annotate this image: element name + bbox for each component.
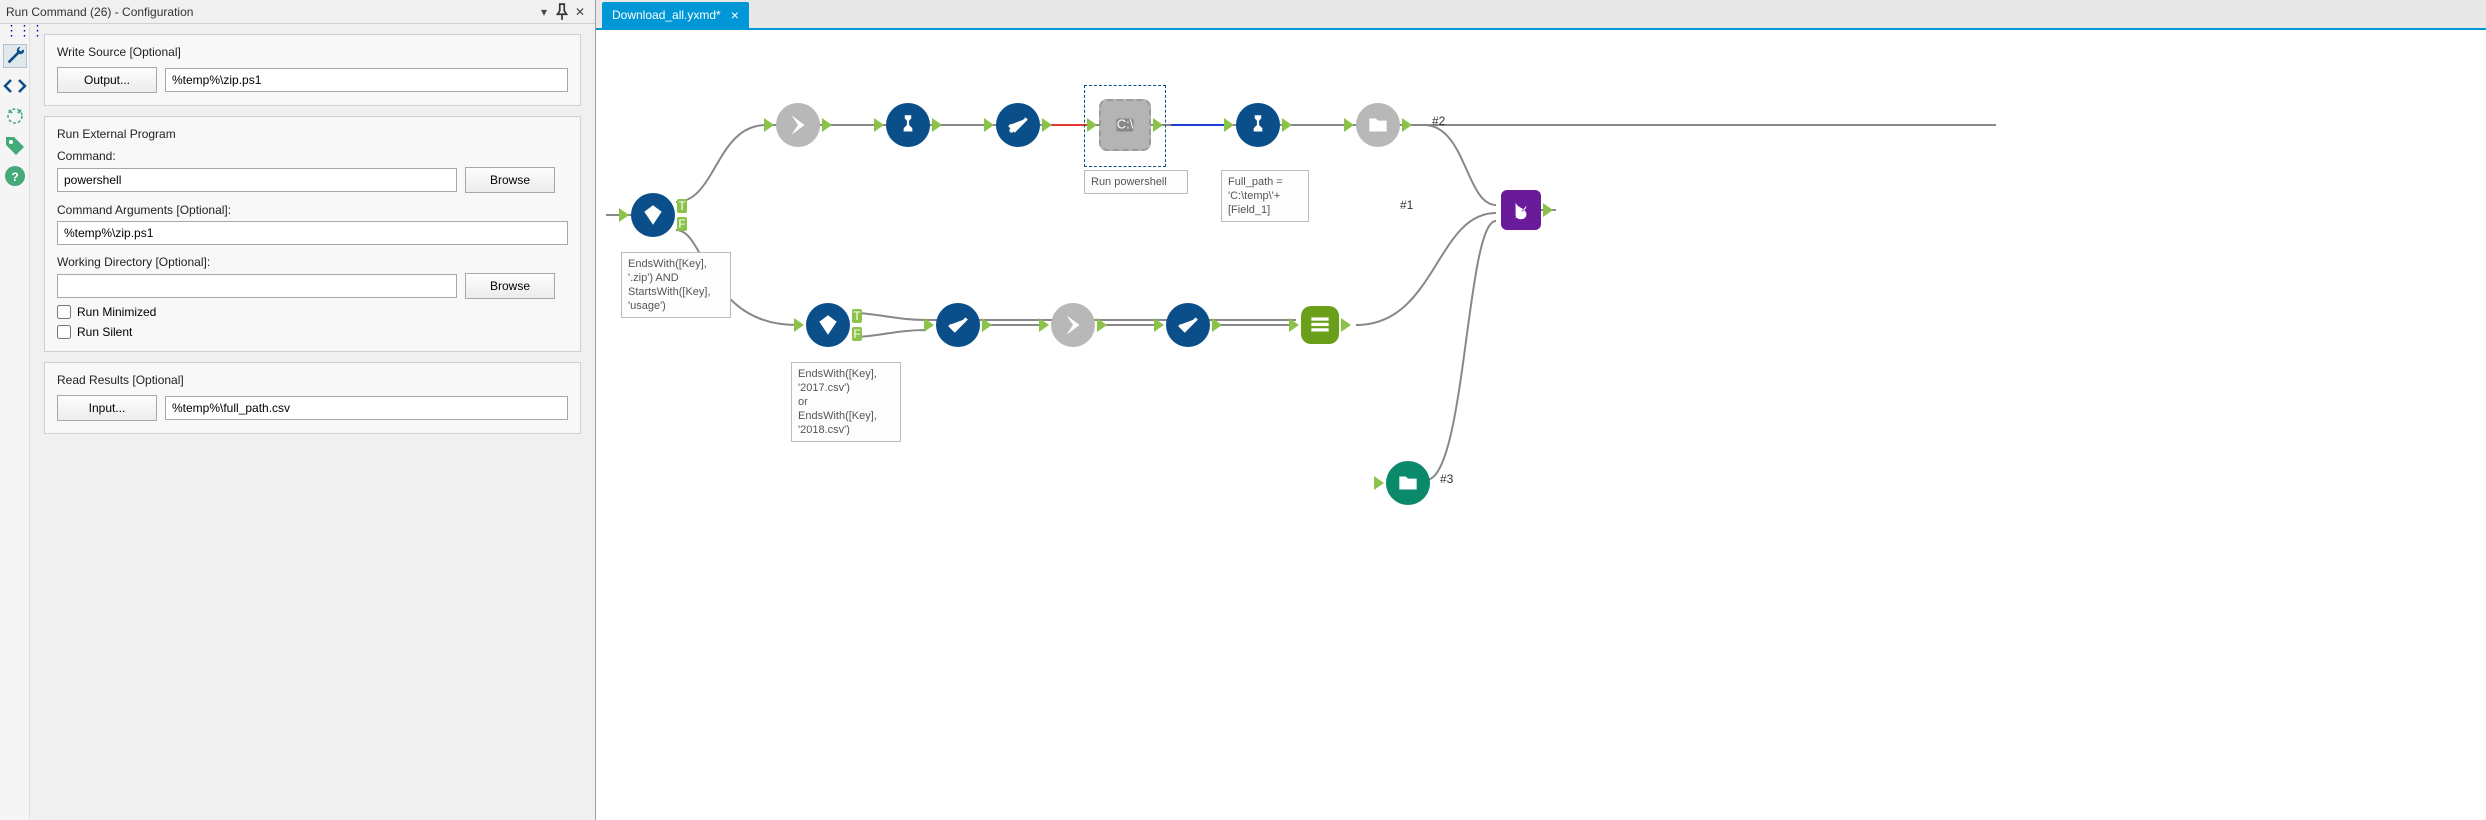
port-label-1: #1 — [1400, 198, 1413, 212]
browse-command-button[interactable]: Browse — [465, 167, 555, 193]
filter-2-caption: EndsWith([Key], '2017.csv') or EndsWith(… — [791, 362, 901, 442]
browse-workdir-button[interactable]: Browse — [465, 273, 555, 299]
run-command-caption: Run powershell — [1084, 170, 1188, 194]
args-input[interactable] — [57, 221, 568, 245]
svg-text:?: ? — [11, 170, 18, 184]
workdir-label: Working Directory [Optional]: — [57, 255, 568, 269]
dynamic-input-tool[interactable] — [776, 103, 820, 147]
run-minimized-checkbox[interactable] — [57, 305, 71, 319]
output-anchor[interactable] — [1097, 318, 1107, 332]
config-panel-header: Run Command (26) - Configuration ▾ ✕ — [0, 0, 595, 24]
input-anchor[interactable] — [1289, 318, 1299, 332]
false-anchor[interactable]: F — [852, 327, 862, 341]
pin-icon[interactable] — [553, 3, 571, 21]
close-icon[interactable]: ✕ — [571, 3, 589, 21]
false-anchor[interactable]: F — [677, 217, 687, 231]
command-input[interactable] — [57, 168, 457, 192]
config-panel: Run Command (26) - Configuration ▾ ✕ ⋮⋮⋮… — [0, 0, 596, 820]
filter-tool-1[interactable]: T F — [631, 193, 675, 237]
formula-tool-2[interactable] — [1236, 103, 1280, 147]
output-anchor[interactable] — [822, 118, 832, 132]
port-label-3: #3 — [1440, 472, 1453, 486]
select-tool-1[interactable] — [996, 103, 1040, 147]
select-tool-3[interactable] — [1166, 303, 1210, 347]
read-results-label: Read Results [Optional] — [57, 373, 568, 387]
input-anchor[interactable] — [1154, 318, 1164, 332]
run-command-tool[interactable]: C:\ — [1099, 99, 1151, 151]
input-anchor[interactable] — [794, 318, 804, 332]
svg-text:T: T — [853, 309, 861, 323]
write-source-label: Write Source [Optional] — [57, 45, 568, 59]
close-tab-icon[interactable]: × — [731, 7, 739, 23]
input-path-input[interactable] — [165, 396, 568, 420]
dropdown-icon[interactable]: ▾ — [535, 3, 553, 21]
workspace: Download_all.yxmd* × — [596, 0, 2486, 820]
formula-tool-1[interactable] — [886, 103, 930, 147]
output-anchor[interactable] — [932, 118, 942, 132]
run-silent-check[interactable]: Run Silent — [57, 325, 568, 339]
browse-tool[interactable] — [1386, 461, 1430, 505]
input-anchor[interactable] — [1374, 476, 1384, 490]
document-tab-label: Download_all.yxmd* — [612, 8, 721, 22]
run-external-title: Run External Program — [57, 127, 568, 141]
true-anchor[interactable]: T — [677, 199, 687, 213]
run-external-group: Run External Program Command: Browse Com… — [44, 116, 581, 352]
output-anchor[interactable] — [1402, 118, 1412, 132]
run-minimized-check[interactable]: Run Minimized — [57, 305, 568, 319]
filter-1-caption: EndsWith([Key], '.zip') AND StartsWith([… — [621, 252, 731, 318]
read-results-group: Read Results [Optional] Input... — [44, 362, 581, 434]
input-anchor[interactable] — [984, 118, 994, 132]
union-tool[interactable] — [1501, 190, 1541, 230]
svg-text:C:\: C:\ — [1117, 116, 1134, 131]
output-anchor[interactable] — [1212, 318, 1222, 332]
svg-text:F: F — [853, 327, 860, 341]
input-anchor[interactable] — [619, 208, 629, 222]
summarize-tool[interactable] — [1301, 306, 1339, 344]
command-label: Command: — [57, 149, 568, 163]
output-anchor[interactable] — [1042, 118, 1052, 132]
args-label: Command Arguments [Optional]: — [57, 203, 568, 217]
output-button[interactable]: Output... — [57, 67, 157, 93]
svg-text:F: F — [678, 217, 685, 231]
input-anchor[interactable] — [1087, 118, 1097, 132]
output-anchor[interactable] — [1282, 118, 1292, 132]
config-form: Write Source [Optional] Output... Run Ex… — [30, 24, 595, 820]
formula-2-caption: Full_path = 'C:\temp\'+ [Field_1] — [1221, 170, 1309, 222]
config-side-tabs: ⋮⋮⋮ ? — [0, 24, 30, 820]
workdir-input[interactable] — [57, 274, 457, 298]
config-panel-title: Run Command (26) - Configuration — [6, 5, 535, 19]
directory-tool[interactable] — [1356, 103, 1400, 147]
filter-tool-2[interactable]: T F — [806, 303, 850, 347]
input-anchor[interactable] — [1039, 318, 1049, 332]
input-anchor[interactable] — [764, 118, 774, 132]
workflow-canvas[interactable]: T F EndsWith([Key], '.zip') AND StartsWi… — [596, 28, 2486, 820]
select-tool-2[interactable] — [936, 303, 980, 347]
input-anchor[interactable] — [1344, 118, 1354, 132]
output-path-input[interactable] — [165, 68, 568, 92]
output-anchor[interactable] — [1543, 203, 1553, 217]
write-source-group: Write Source [Optional] Output... — [44, 34, 581, 106]
tag-icon[interactable] — [3, 134, 27, 158]
output-anchor[interactable] — [982, 318, 992, 332]
code-icon[interactable] — [3, 74, 27, 98]
input-anchor[interactable] — [1224, 118, 1234, 132]
grip-icon[interactable]: ⋮⋮⋮ — [5, 28, 25, 38]
input-anchor[interactable] — [874, 118, 884, 132]
document-tabs: Download_all.yxmd* × — [596, 0, 2486, 28]
download-tool[interactable] — [1051, 303, 1095, 347]
document-tab[interactable]: Download_all.yxmd* × — [602, 2, 749, 28]
wrench-icon[interactable] — [3, 44, 27, 68]
svg-text:T: T — [678, 199, 686, 213]
help-icon[interactable]: ? — [3, 164, 27, 188]
input-button[interactable]: Input... — [57, 395, 157, 421]
run-silent-checkbox[interactable] — [57, 325, 71, 339]
target-icon[interactable] — [3, 104, 27, 128]
port-label-2: #2 — [1432, 114, 1445, 128]
output-anchor[interactable] — [1341, 318, 1351, 332]
input-anchor[interactable] — [924, 318, 934, 332]
output-anchor[interactable] — [1153, 118, 1163, 132]
true-anchor[interactable]: T — [852, 309, 862, 323]
